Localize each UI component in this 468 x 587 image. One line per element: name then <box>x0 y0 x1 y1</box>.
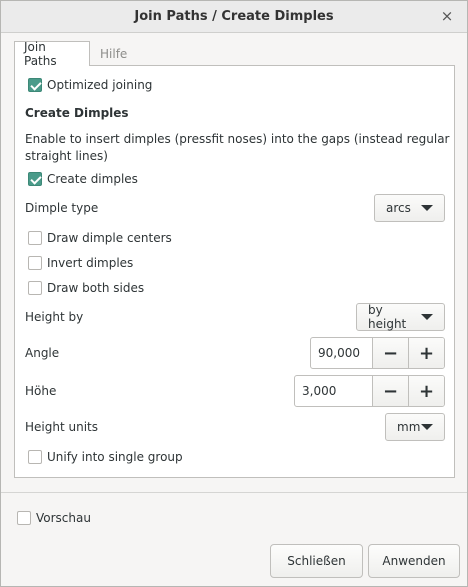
tab-hilfe[interactable]: Hilfe <box>91 41 136 66</box>
draw-both-sides-label: Draw both sides <box>47 281 145 295</box>
height-by-value: by height <box>368 303 407 331</box>
height-by-label: Height by <box>25 310 84 324</box>
preview-label: Vorschau <box>36 511 91 525</box>
dimple-type-value: arcs <box>386 201 411 215</box>
tab-hilfe-label: Hilfe <box>100 46 128 61</box>
unify-single-group-label: Unify into single group <box>47 450 183 464</box>
angle-label: Angle <box>25 346 60 360</box>
chevron-down-icon <box>421 424 433 430</box>
footer-divider <box>1 492 467 493</box>
tab-join-paths-label: Join Paths <box>24 40 57 68</box>
draw-dimple-centers-label: Draw dimple centers <box>47 231 172 245</box>
angle-spinbutton: 90,000 − + <box>310 337 445 369</box>
invert-dimples-label: Invert dimples <box>47 256 134 270</box>
unify-single-group-checkbox[interactable]: Unify into single group <box>28 450 183 464</box>
hoehe-spinbutton: 3,000 − + <box>294 375 445 407</box>
optimized-joining-checkbox[interactable]: Optimized joining <box>28 78 152 92</box>
angle-increment-button[interactable]: + <box>408 338 444 368</box>
hoehe-label: Höhe <box>25 384 57 398</box>
chevron-down-icon <box>421 314 433 320</box>
create-dimples-check-icon <box>28 172 42 186</box>
close-button-label: Schließen <box>287 554 346 568</box>
draw-dimple-centers-checkbox[interactable]: Draw dimple centers <box>28 231 172 245</box>
description-line-1: Enable to insert dimples (pressfit noses… <box>25 132 450 146</box>
height-units-label: Height units <box>25 420 98 434</box>
angle-input[interactable]: 90,000 <box>311 338 372 368</box>
preview-check-icon <box>17 511 31 525</box>
close-button[interactable]: Schließen <box>270 544 363 578</box>
tab-join-paths[interactable]: Join Paths <box>14 40 90 68</box>
preview-checkbox[interactable]: Vorschau <box>17 511 91 525</box>
apply-button[interactable]: Anwenden <box>368 544 460 578</box>
optimized-joining-check-icon <box>28 78 42 92</box>
dimple-type-label: Dimple type <box>25 201 99 215</box>
dialog-window: Join Paths / Create Dimples × Join Paths… <box>0 0 468 587</box>
title-bar: Join Paths / Create Dimples × <box>1 1 467 33</box>
optimized-joining-label: Optimized joining <box>47 78 153 92</box>
close-icon[interactable]: × <box>438 7 456 25</box>
hoehe-decrement-button[interactable]: − <box>372 376 408 406</box>
hoehe-increment-button[interactable]: + <box>408 376 444 406</box>
hoehe-input[interactable]: 3,000 <box>295 376 372 406</box>
join-paths-panel: Optimized joining Create Dimples Enable … <box>14 65 455 478</box>
height-units-value: mm <box>397 420 421 434</box>
apply-button-label: Anwenden <box>382 554 446 568</box>
unify-single-group-check-icon <box>28 450 42 464</box>
draw-both-sides-check-icon <box>28 281 42 295</box>
draw-dimple-centers-check-icon <box>28 231 42 245</box>
angle-decrement-button[interactable]: − <box>372 338 408 368</box>
chevron-down-icon <box>421 205 433 211</box>
invert-dimples-check-icon <box>28 256 42 270</box>
description-line-2: straight lines) <box>25 149 108 163</box>
draw-both-sides-checkbox[interactable]: Draw both sides <box>28 281 144 295</box>
section-title: Create Dimples <box>25 106 129 120</box>
window-title: Join Paths / Create Dimples <box>134 9 334 24</box>
dimple-type-select[interactable]: arcs <box>374 194 445 222</box>
create-dimples-label: Create dimples <box>47 172 138 186</box>
height-units-select[interactable]: mm <box>385 413 445 441</box>
create-dimples-checkbox[interactable]: Create dimples <box>28 172 138 186</box>
height-by-select[interactable]: by height <box>356 303 445 331</box>
invert-dimples-checkbox[interactable]: Invert dimples <box>28 256 133 270</box>
